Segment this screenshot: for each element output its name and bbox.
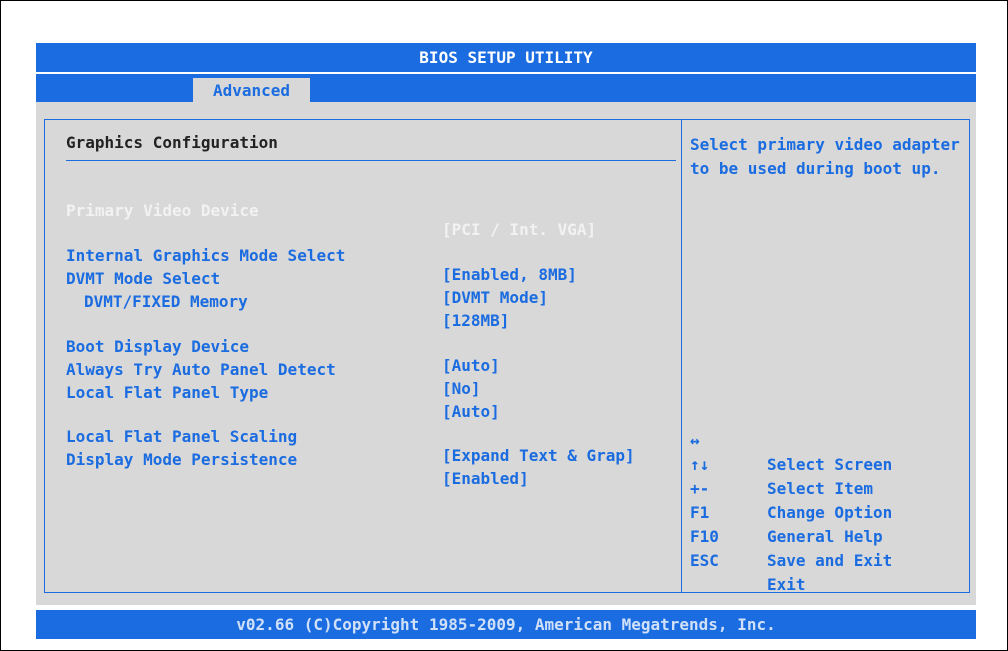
key-legend-row: ↔ Select Screen (690, 405, 892, 474)
key-legend-row: +- Change Option (690, 453, 892, 522)
setting-value[interactable]: [Auto] (442, 402, 500, 421)
tab-advanced[interactable]: Advanced (193, 78, 310, 104)
setting-value[interactable]: [Auto] (442, 356, 500, 375)
settings-panel: Graphics Configuration Primary Video Dev… (44, 119, 682, 593)
setting-label: Local Flat Panel Type (66, 383, 269, 402)
tab-bar: Advanced (36, 72, 976, 104)
setting-label: DVMT/FIXED Memory (84, 292, 248, 311)
main-area: Graphics Configuration Primary Video Dev… (36, 102, 976, 605)
setting-value[interactable]: [DVMT Mode] (442, 288, 548, 307)
setting-value[interactable]: [128MB] (442, 311, 509, 330)
setting-label: Primary Video Device (66, 201, 259, 220)
page-frame: BIOS SETUP UTILITY Advanced Graphics Con… (0, 0, 1008, 651)
key-legend-row: ↑↓ Select Item (690, 429, 873, 498)
setting-value[interactable]: [Expand Text & Grap] (442, 446, 635, 465)
copyright-footer: v02.66 (C)Copyright 1985-2009, American … (36, 610, 976, 639)
setting-value[interactable]: [No] (442, 379, 481, 398)
section-title: Graphics Configuration (66, 133, 278, 152)
setting-display-mode-persistence[interactable]: Display Mode Persistence [Enabled] (45, 431, 529, 507)
key-description: Exit (767, 575, 806, 594)
setting-value[interactable]: [Enabled, 8MB] (442, 265, 577, 284)
setting-label: Display Mode Persistence (66, 450, 298, 469)
key-legend-row: F1 General Help (690, 477, 883, 546)
bios-screen: BIOS SETUP UTILITY Advanced Graphics Con… (36, 43, 976, 639)
key-name: ESC (690, 551, 719, 570)
setting-value: [PCI / Int. VGA] (442, 220, 597, 239)
key-legend-row: F10 Save and Exit (690, 501, 892, 570)
help-text: Select primary video adapter to be used … (690, 135, 970, 178)
bios-title-bar: BIOS SETUP UTILITY (36, 43, 976, 72)
section-divider (66, 160, 676, 161)
key-legend-row: ESC Exit (690, 525, 806, 594)
help-panel: Select primary video adapter to be used … (681, 119, 970, 594)
key-legend: ↔ Select Screen ↑↓ Select Item +- Change… (690, 405, 892, 594)
setting-value[interactable]: [Enabled] (442, 469, 529, 488)
